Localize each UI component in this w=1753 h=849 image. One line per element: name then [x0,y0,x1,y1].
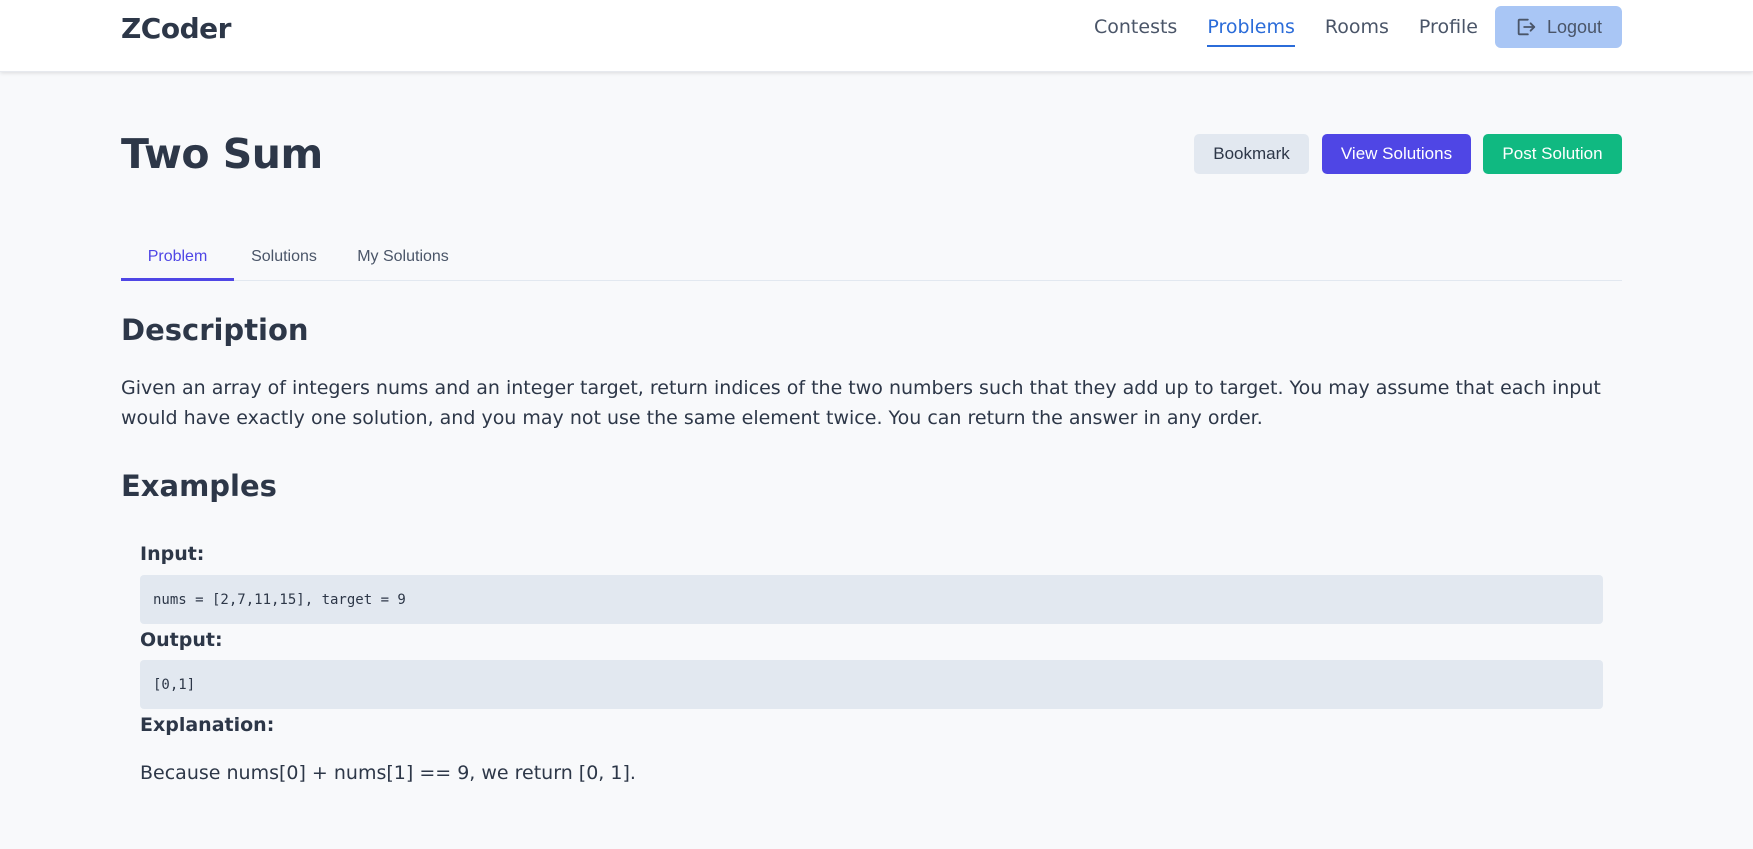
logout-label: Logout [1546,16,1603,37]
example-input: nums = [2,7,11,15], target = 9 [140,575,1603,624]
logout-icon [1515,16,1537,38]
nav-link-profile[interactable]: Profile [1419,16,1478,47]
nav-link-contests[interactable]: Contests [1094,16,1177,47]
page-title: Two Sum [121,130,323,178]
navbar: ZCoder Contests Problems Rooms Profile L… [0,0,1753,72]
examples-heading: Examples [121,469,277,503]
example-output: [0,1] [140,660,1603,709]
description-text: Given an array of integers nums and an i… [121,377,1601,429]
nav-link-problems[interactable]: Problems [1207,16,1295,47]
tab-my-solutions[interactable]: My Solutions [334,240,472,281]
problem-tabs: Problem Solutions My Solutions [121,240,1622,281]
nav-links: Contests Problems Rooms Profile [1094,16,1508,47]
output-label: Output: [140,629,223,651]
brand-logo[interactable]: ZCoder [121,12,231,45]
tab-problem[interactable]: Problem [121,240,234,281]
tab-solutions[interactable]: Solutions [234,240,334,281]
logout-button[interactable]: Logout [1495,6,1622,48]
input-label: Input: [140,543,205,565]
description-heading: Description [121,313,309,347]
bookmark-button[interactable]: Bookmark [1194,134,1309,174]
view-solutions-button[interactable]: View Solutions [1322,134,1471,174]
explanation-label: Explanation: [140,714,275,736]
explanation-text: Because nums[0] + nums[1] == 9, we retur… [140,762,636,784]
nav-link-rooms[interactable]: Rooms [1325,16,1389,47]
post-solution-button[interactable]: Post Solution [1483,134,1622,174]
